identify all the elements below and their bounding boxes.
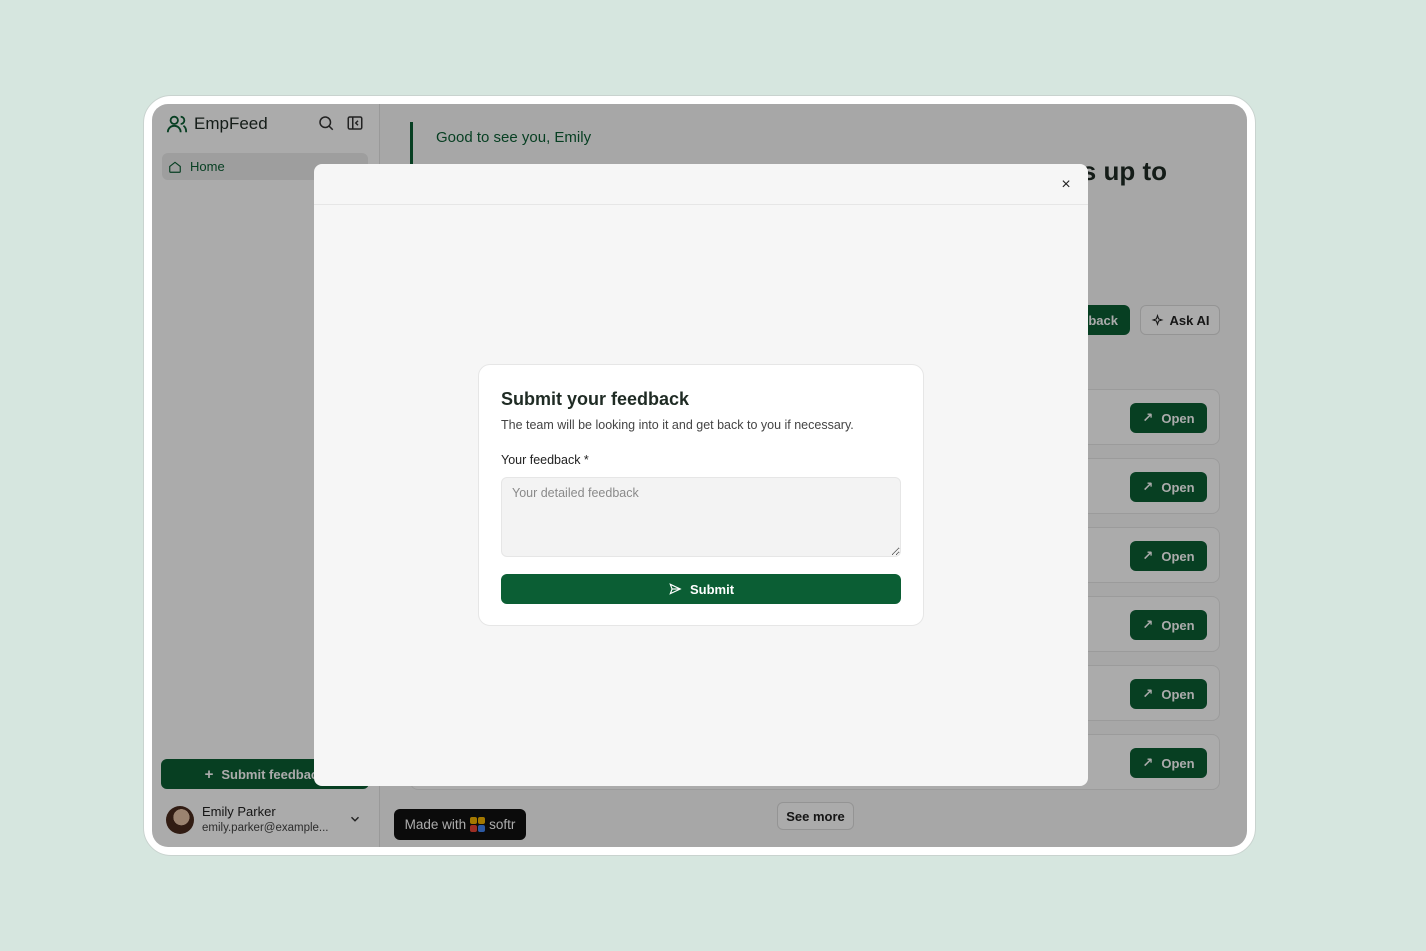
feedback-textarea[interactable] (501, 477, 901, 557)
modal-header: × (314, 164, 1088, 205)
app-screen: EmpFeed Home + Submit feedback Emily Par… (152, 104, 1247, 847)
feedback-modal: × Submit your feedback The team will be … (314, 164, 1088, 786)
close-icon[interactable]: × (1058, 177, 1074, 193)
send-icon (669, 583, 682, 595)
feedback-form: Submit your feedback The team will be lo… (478, 364, 924, 626)
submit-button[interactable]: Submit (501, 574, 901, 604)
submit-label: Submit (689, 581, 735, 597)
feedback-field-label: Your feedback * (501, 453, 589, 467)
form-description: The team will be looking into it and get… (501, 418, 854, 432)
form-title: Submit your feedback (501, 389, 690, 409)
